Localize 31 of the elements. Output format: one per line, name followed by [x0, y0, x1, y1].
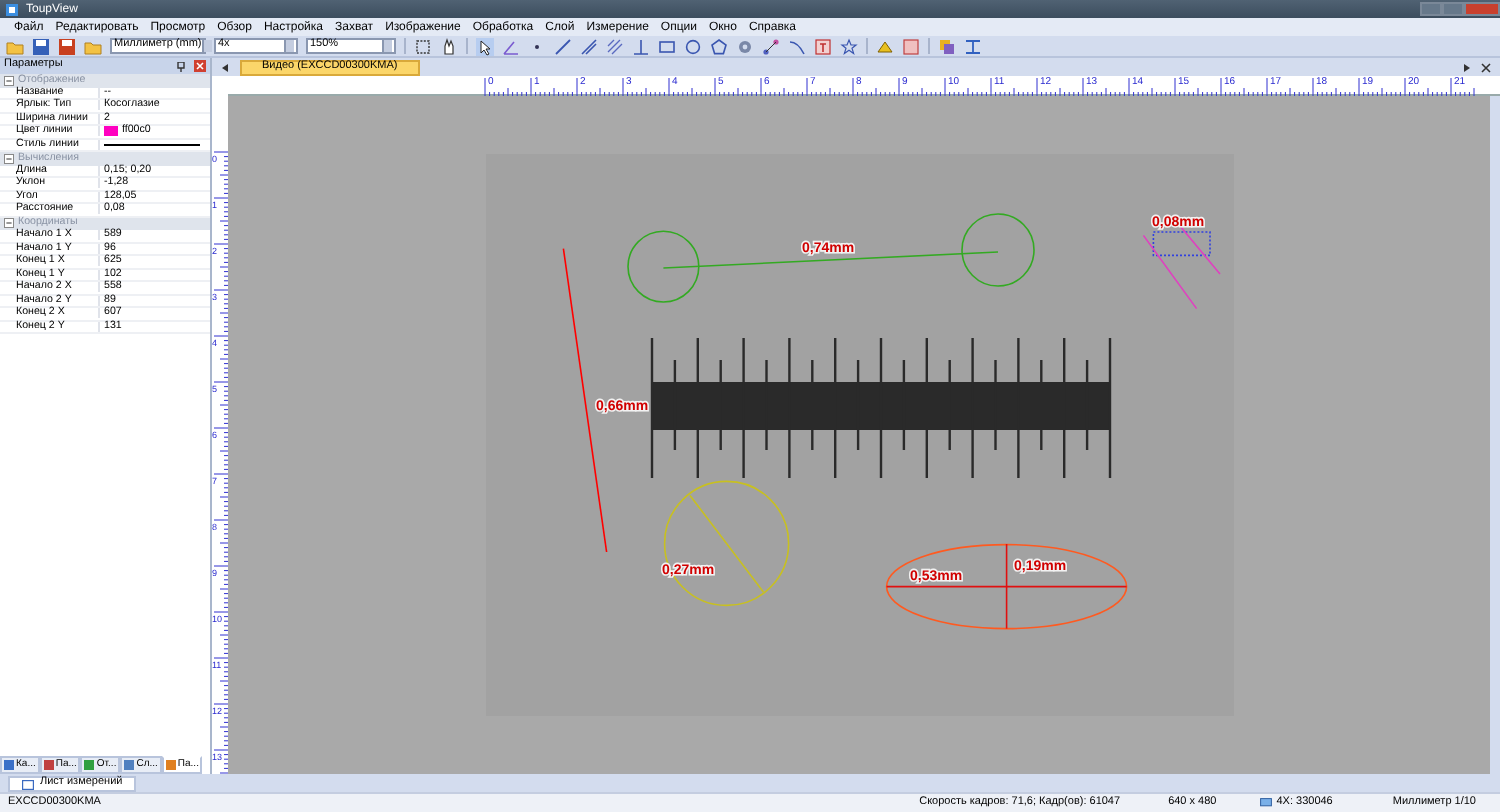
app-icon: [6, 3, 18, 15]
collapse-icon[interactable]: [4, 153, 14, 164]
sheet-icon: [22, 779, 34, 789]
save-as-icon[interactable]: [58, 37, 76, 55]
color-swatch[interactable]: [104, 126, 118, 137]
connected-points-icon[interactable]: [762, 37, 780, 55]
align-icon[interactable]: [964, 37, 982, 55]
image-icon[interactable]: [902, 37, 920, 55]
pin-icon[interactable]: [176, 61, 186, 71]
circle-icon[interactable]: [684, 37, 702, 55]
gear-icon[interactable]: [736, 37, 754, 55]
save-icon[interactable]: [32, 37, 50, 55]
select-region-icon[interactable]: [414, 37, 432, 55]
collapse-icon[interactable]: [4, 75, 14, 86]
layers-icon[interactable]: [938, 37, 956, 55]
hatch-icon[interactable]: [606, 37, 624, 55]
star-icon[interactable]: [840, 37, 858, 55]
line-icon[interactable]: [554, 37, 572, 55]
monitor-icon: [1260, 798, 1273, 808]
hand-icon[interactable]: [440, 37, 458, 55]
polygon-icon[interactable]: [710, 37, 728, 55]
collapse-icon[interactable]: [4, 218, 14, 229]
angle-icon[interactable]: [502, 37, 520, 55]
cursor-icon[interactable]: [476, 37, 494, 55]
rectangle-icon[interactable]: [658, 37, 676, 55]
curve-icon[interactable]: [788, 37, 806, 55]
close-icon[interactable]: [1480, 61, 1492, 73]
parallel-lines-icon[interactable]: [580, 37, 598, 55]
line-style-sample[interactable]: [104, 143, 200, 146]
text-tool-icon[interactable]: [814, 37, 832, 55]
perpendicular-icon[interactable]: [632, 37, 650, 55]
